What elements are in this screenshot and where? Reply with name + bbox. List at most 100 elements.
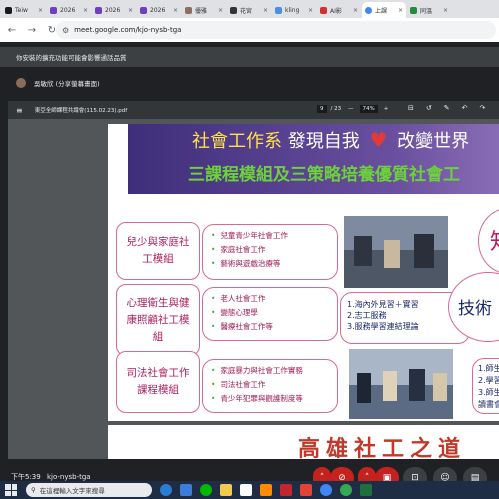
browser-tab-active[interactable]: 上課 × xyxy=(362,2,406,18)
right-box-line: 2.學習 xyxy=(478,376,499,385)
right-text-box: 1.師生 2.學習 3.師生 讀書會 xyxy=(472,358,499,414)
forward-arrow-icon[interactable]: → xyxy=(26,24,38,36)
page-number-input[interactable]: 9 xyxy=(317,105,327,113)
browser-tab[interactable]: AI影 × xyxy=(317,2,361,18)
undo-icon[interactable]: ↶ xyxy=(462,104,468,112)
tab-close-icon[interactable]: × xyxy=(38,7,43,14)
module-name: 心理衛生與健康照顧社工模組 xyxy=(126,296,190,343)
illustrator-icon[interactable] xyxy=(260,484,272,496)
browser-tab[interactable]: kling × xyxy=(272,2,316,18)
module-name: 司法社會工作課程模組 xyxy=(126,367,190,396)
browser-tab[interactable]: 花宮 × xyxy=(227,2,271,18)
browser-tab[interactable]: Teiw × xyxy=(2,2,46,18)
url-text: meet.google.com/kjo-nysb-tga xyxy=(74,26,182,34)
browser-tab[interactable]: 2026 × xyxy=(92,2,136,18)
menu-icon[interactable]: ≡ xyxy=(16,106,23,115)
file-explorer-icon[interactable] xyxy=(220,484,232,496)
rotate-icon[interactable]: ↺ xyxy=(426,104,432,112)
taskbar-search-input[interactable]: ⚲ 在這裡輸入文字來搜尋 xyxy=(26,483,152,497)
pdf-filename: 東亞全師課程共識會(115.02.23).pdf xyxy=(34,108,128,114)
task-view-icon[interactable] xyxy=(180,484,192,496)
tab-favicon-icon xyxy=(365,6,372,14)
banner-text: 你安裝的擴充功能可能會影響通話品質 xyxy=(16,54,127,62)
browser-tab[interactable]: 同溫 × xyxy=(407,2,451,18)
tab-favicon-icon xyxy=(410,6,417,14)
module-box: 兒少與家庭社工模組 xyxy=(116,222,200,280)
tab-label: 優雅 xyxy=(195,7,208,15)
site-info-icon[interactable]: ⚙ xyxy=(62,26,69,35)
tab-label: AI影 xyxy=(330,7,342,15)
acrobat-icon[interactable] xyxy=(280,484,292,496)
browser-tab-strip: Teiw × 2026 × 2026 × 2026 × 優雅 × 花宮 × kling × A… xyxy=(0,0,499,18)
line-app-icon[interactable] xyxy=(200,484,212,496)
tab-favicon-icon xyxy=(185,6,192,14)
address-bar[interactable]: ⚙ meet.google.com/kjo-nysb-tga xyxy=(56,21,496,39)
course-item: • 司法社會工作 xyxy=(211,380,266,389)
slide-header: 社會工作系 發現自我 ♥ 改變世界 三課程模組及三策略培養優質社會工 xyxy=(128,124,499,194)
course-item: • 藝術與遊戲治療等 xyxy=(211,259,281,268)
title-phrase-2: 改變世界 xyxy=(397,131,470,152)
tab-close-icon[interactable]: × xyxy=(173,7,178,14)
presenter-name: 吳敏欣 (分享螢幕畫面) xyxy=(34,80,100,88)
chrome-profile-icon[interactable] xyxy=(340,484,352,496)
strategy-item: 3.服務學習連結理論 xyxy=(347,322,419,331)
extension-warning-banner: 你安裝的擴充功能可能會影響通話品質 xyxy=(0,47,499,67)
tab-close-icon[interactable]: × xyxy=(308,7,313,14)
module-box: 心理衛生與健康照顧社工模組 xyxy=(116,284,200,356)
course-list: • 家庭暴力與社會工作實務 • 司法社會工作 • 青少年犯罪與觀護制度等 xyxy=(202,359,338,413)
tab-favicon-icon xyxy=(275,6,282,14)
os-taskbar: ⚲ 在這裡輸入文字來搜尋 xyxy=(0,481,499,499)
group-photo xyxy=(349,349,453,419)
zoom-in-button[interactable]: + xyxy=(384,106,389,112)
pdf-page-next: 高雄社工之道 xyxy=(108,425,499,459)
tab-close-icon[interactable]: × xyxy=(218,7,223,14)
right-box-line: 3.師生 xyxy=(478,388,499,397)
screen: Teiw × 2026 × 2026 × 2026 × 優雅 × 花宮 × kling × A… xyxy=(0,0,499,499)
edge-icon[interactable] xyxy=(160,484,172,496)
tab-favicon-icon xyxy=(50,6,57,14)
pdf-toolbar: ≡ 東亞全師課程共識會(115.02.23).pdf 9 / 23 — 74% … xyxy=(8,101,499,119)
course-item: • 老人社會工作 xyxy=(211,294,266,303)
title-dept: 社會工作系 xyxy=(192,131,282,152)
slide-subtitle: 三課程模組及三策略培養優質社會工 xyxy=(188,165,460,185)
slide-title: 社會工作系 發現自我 ♥ 改變世界 xyxy=(192,127,469,153)
course-list: • 兒童青少年社會工作 • 家庭社會工作 • 藝術與遊戲治療等 xyxy=(202,224,338,280)
browser-tab[interactable]: 2026 × xyxy=(137,2,181,18)
tab-close-icon[interactable]: × xyxy=(83,7,88,14)
back-arrow-icon[interactable]: ← xyxy=(6,24,18,36)
tab-close-icon[interactable]: × xyxy=(128,7,133,14)
annotate-icon[interactable]: ✎ xyxy=(444,104,450,112)
store-icon[interactable] xyxy=(240,484,252,496)
windows-start-icon[interactable] xyxy=(5,484,17,496)
browser-tab[interactable]: 優雅 × xyxy=(182,2,226,18)
right-box-line: 讀書會 xyxy=(478,400,499,409)
course-item: • 青少年犯罪與觀護制度等 xyxy=(211,394,303,403)
redo-icon[interactable]: ↷ xyxy=(480,104,486,112)
zoom-level[interactable]: 74% xyxy=(359,105,378,113)
tab-favicon-icon xyxy=(95,6,102,14)
app-icon[interactable] xyxy=(300,484,312,496)
circle-text-mid: 技術 xyxy=(458,299,492,319)
strategy-item: 2.志工服務 xyxy=(347,311,387,320)
zoom-out-button[interactable]: — xyxy=(348,106,354,112)
tab-favicon-icon xyxy=(320,6,327,14)
browser-tab[interactable]: 2026 × xyxy=(47,2,91,18)
strategy-item: 1.海內外見習＋實習 xyxy=(347,300,419,309)
tab-close-icon[interactable]: × xyxy=(443,7,448,14)
excel-icon[interactable] xyxy=(360,484,372,496)
tab-label: 2026 xyxy=(105,6,121,14)
course-item: • 兒童青少年社會工作 xyxy=(211,231,288,240)
tab-favicon-icon xyxy=(230,6,237,14)
pdf-viewport[interactable]: 社會工作系 發現自我 ♥ 改變世界 三課程模組及三策略培養優質社會工 兒少與家庭… xyxy=(8,119,499,459)
page-total: / 23 xyxy=(330,106,342,112)
chrome-icon[interactable] xyxy=(320,484,332,496)
tab-label: 同溫 xyxy=(420,7,433,15)
fit-page-icon[interactable]: ⊟ xyxy=(408,104,414,112)
tab-close-icon[interactable]: × xyxy=(398,7,403,14)
tab-label: 2026 xyxy=(60,6,76,14)
tab-close-icon[interactable]: × xyxy=(353,7,358,14)
tab-close-icon[interactable]: × xyxy=(263,7,268,14)
course-list: • 老人社會工作 • 變態心理學 • 醫療社會工作等 xyxy=(202,287,338,341)
tab-label: 上課 xyxy=(375,7,388,15)
module-name: 兒少與家庭社工模組 xyxy=(126,236,190,265)
